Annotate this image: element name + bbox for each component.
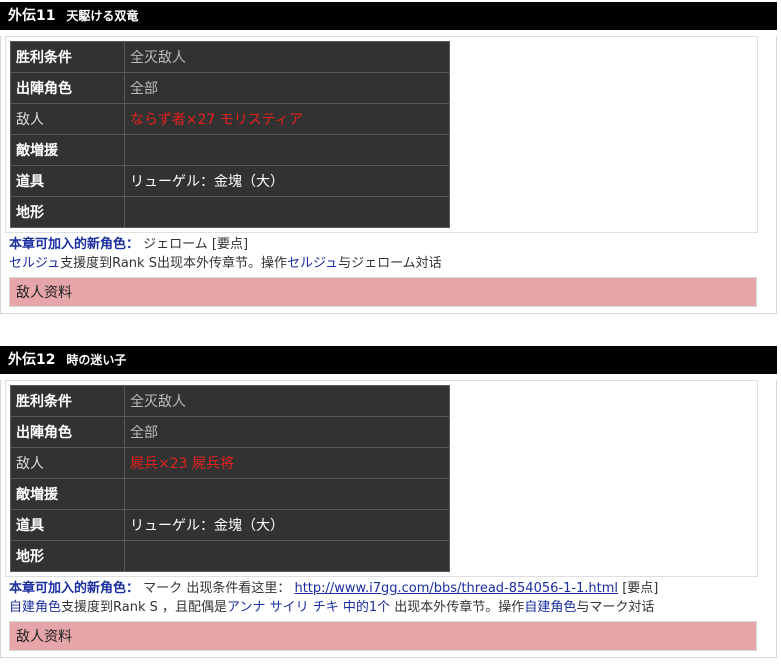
table-row: 道具 リューゲル：金塊（大） [10,509,450,541]
new-character-line: 本章可加入的新角色： マーク 出现条件看这里： http://www.i7gg.… [9,579,776,598]
row-key: 道具 [10,509,125,541]
new-character-line: 本章可加入的新角色： ジェローム [要点] [9,235,776,254]
chapter-number: 外伝12 [8,352,56,368]
key-point-link[interactable]: [要点] [622,581,658,596]
condition-text: 与ジェローム対话 [338,256,442,271]
row-value [124,134,450,166]
info-box: 胜利条件 全灭敌人 出陣角色 全部 敌人 屍兵×23 屍兵将 敵増援 道具 リュ… [5,380,758,577]
chapter-title: 天駆ける双竜 [66,9,139,23]
chapter-title: 時の迷い子 [66,353,127,367]
condition-text: 支援度到Rank S出现本外传章节。操作 [60,256,287,271]
chapter-header: 外伝12 時の迷い子 [0,346,777,374]
new-character-label: 本章可加入的新角色： [9,237,140,252]
appear-condition-text: 出现条件看这里： [186,581,291,596]
table-row: 道具 リューゲル：金塊（大） [10,165,450,197]
info-box: 胜利条件 全灭敌人 出陣角色 全部 敌人 ならず者×27 モリスティア 敵増援 … [5,36,758,233]
new-character-name: ジェローム [143,237,208,252]
table-row: 出陣角色 全部 [10,416,450,448]
condition-text: 支援度到Rank S ，且配偶是 [61,600,228,615]
table-row: 敌人 屍兵×23 屍兵将 [10,447,450,479]
enemy-info-bar[interactable]: 敌人资料 [9,621,757,651]
row-value: 全灭敌人 [124,385,450,417]
table-row: 胜利条件 全灭敌人 [10,385,450,417]
row-value: リューゲル：金塊（大） [124,165,450,197]
condition-text: 出现本外传章节。操作 [390,600,525,615]
row-key: 敌人 [10,447,125,479]
condition-line: セルジュ支援度到Rank S出现本外传章节。操作セルジュ与ジェローム対话 [9,254,776,273]
row-key: 地形 [10,540,125,572]
chapter-notes: 本章可加入的新角色： マーク 出现条件看这里： http://www.i7gg.… [1,577,776,617]
row-value: ならず者×27 モリスティア [124,103,450,135]
row-value: 屍兵×23 屍兵将 [124,447,450,479]
row-value [124,540,450,572]
spouse-options: アンナ サイリ チキ 中的1个 [227,600,391,615]
table-row: 胜利条件 全灭敌人 [10,41,450,73]
row-key: 敌人 [10,103,125,135]
chapter-12: 外伝12 時の迷い子 胜利条件 全灭敌人 出陣角色 全部 敌人 屍兵×23 屍兵… [0,346,777,658]
chapter-header: 外伝11 天駆ける双竜 [0,2,777,30]
chapter-11: 外伝11 天駆ける双竜 胜利条件 全灭敌人 出陣角色 全部 敌人 ならず者×27… [0,2,777,314]
thread-link[interactable]: http://www.i7gg.com/bbs/thread-854056-1-… [294,581,618,596]
new-character-label: 本章可加入的新角色： [9,581,140,596]
table-row: 地形 [10,540,450,572]
row-key: 胜利条件 [10,385,125,417]
new-character-name: マーク [143,581,183,596]
chapter-number: 外伝11 [8,8,56,24]
chapter-notes: 本章可加入的新角色： ジェローム [要点] セルジュ支援度到Rank S出现本外… [1,233,776,273]
row-value [124,478,450,510]
row-key: 出陣角色 [10,72,125,104]
row-key: 道具 [10,165,125,197]
row-value: 全部 [124,416,450,448]
character-name: 自建角色 [9,600,62,615]
condition-text: 与マーク対话 [576,600,655,615]
row-value: 全部 [124,72,450,104]
info-table: 胜利条件 全灭敌人 出陣角色 全部 敌人 屍兵×23 屍兵将 敵増援 道具 リュ… [10,385,450,572]
row-key: 敵増援 [10,478,125,510]
row-value: リューゲル：金塊（大） [124,509,450,541]
info-table: 胜利条件 全灭敌人 出陣角色 全部 敌人 ならず者×27 モリスティア 敵増援 … [10,41,450,228]
chapter-body: 胜利条件 全灭敌人 出陣角色 全部 敌人 ならず者×27 モリスティア 敵増援 … [0,36,777,314]
row-value [124,196,450,228]
row-key: 出陣角色 [10,416,125,448]
key-point-link[interactable]: [要点] [212,237,248,252]
row-value: 全灭敌人 [124,41,450,73]
character-name: 自建角色 [524,600,577,615]
row-key: 敵増援 [10,134,125,166]
table-row: 出陣角色 全部 [10,72,450,104]
row-key: 地形 [10,196,125,228]
table-row: 敌人 ならず者×27 モリスティア [10,103,450,135]
table-row: 敵増援 [10,134,450,166]
table-row: 敵増援 [10,478,450,510]
character-name: セルジュ [9,256,61,271]
enemy-info-bar[interactable]: 敌人资料 [9,277,757,307]
table-row: 地形 [10,196,450,228]
condition-line: 自建角色支援度到Rank S ，且配偶是アンナ サイリ チキ 中的1个 出现本外… [9,598,776,617]
character-name: セルジュ [286,256,339,271]
chapter-body: 胜利条件 全灭敌人 出陣角色 全部 敌人 屍兵×23 屍兵将 敵増援 道具 リュ… [0,380,777,658]
row-key: 胜利条件 [10,41,125,73]
